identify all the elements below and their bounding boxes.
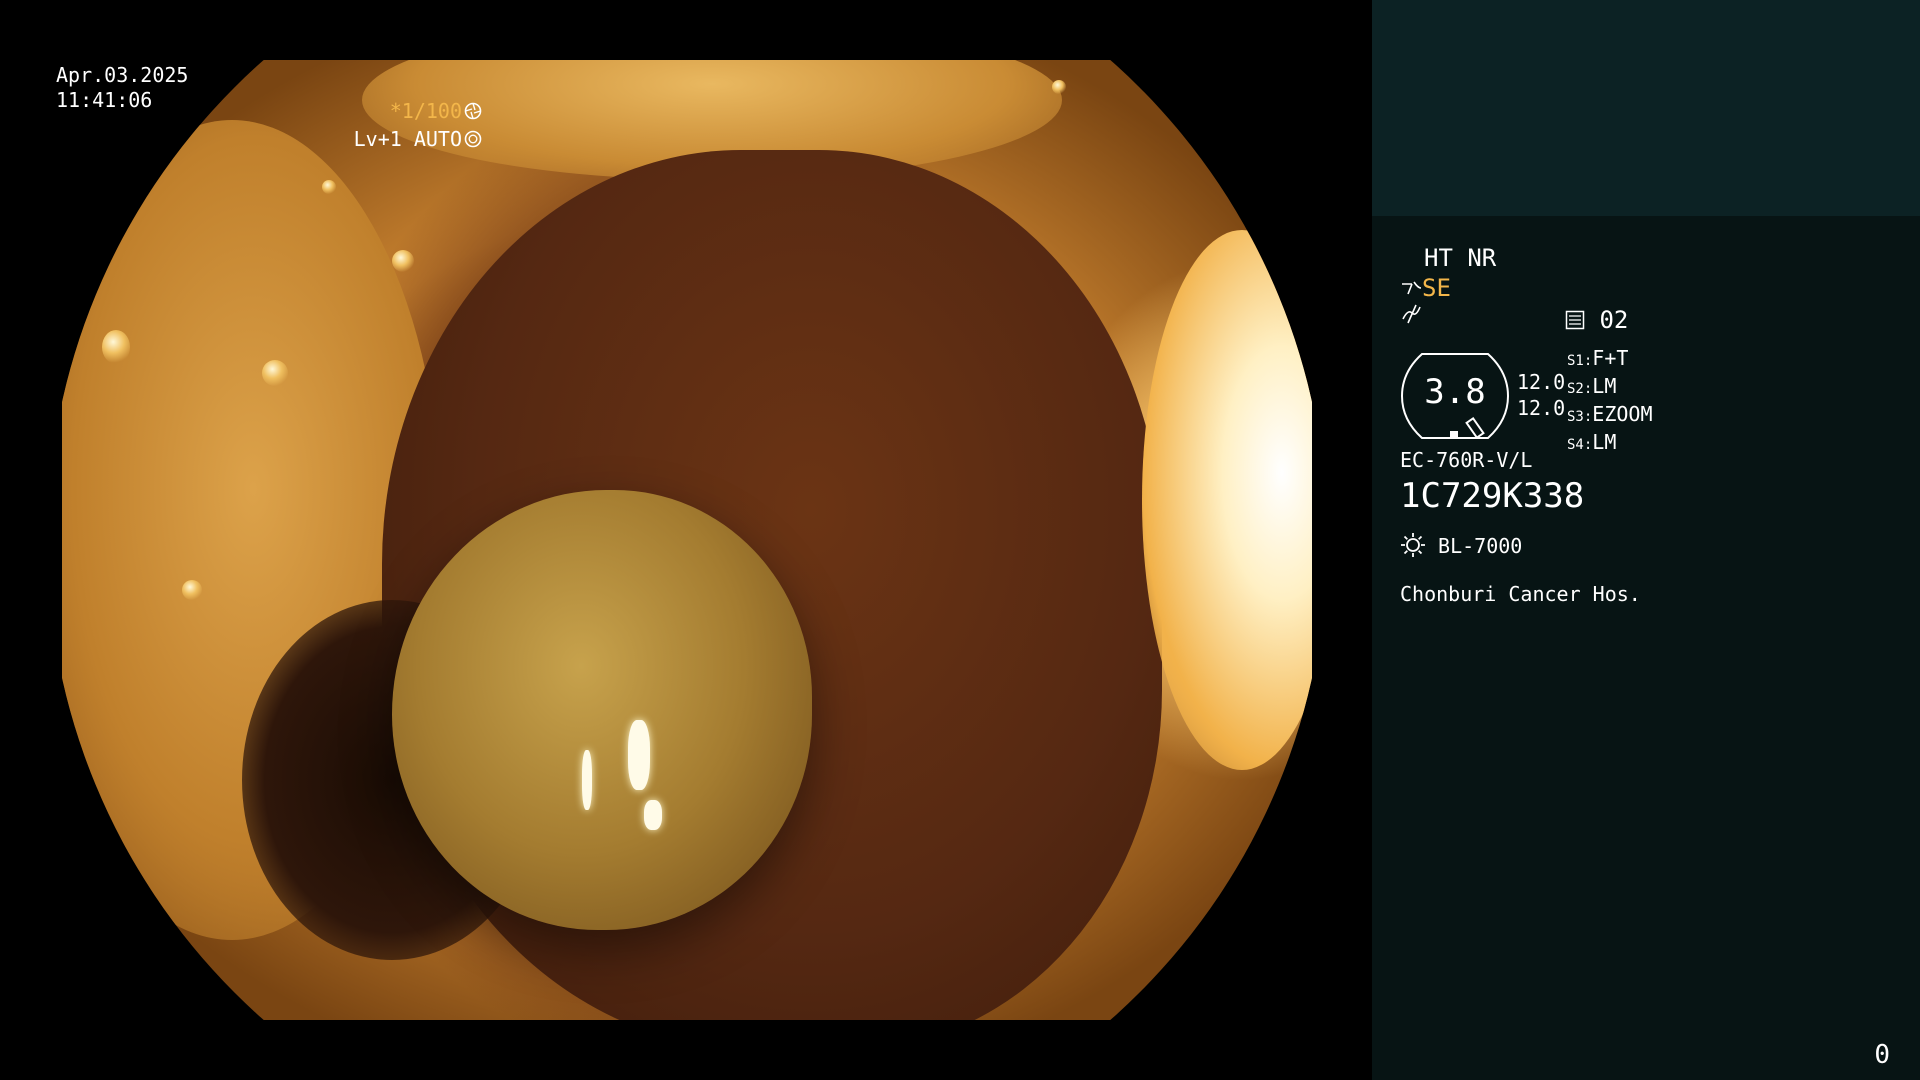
switch-row: S4:LM	[1567, 430, 1617, 454]
light-level: Lv+1 AUTO	[354, 127, 482, 152]
dial-side-value: 12.0	[1517, 370, 1566, 394]
gain-indicator	[1400, 303, 1422, 331]
mucus-bubble	[322, 180, 336, 194]
light-source-value: BL-7000	[1438, 534, 1523, 558]
switch-row: S1:F+T	[1567, 346, 1629, 370]
scope-serial: 1C729K338	[1400, 476, 1585, 516]
structure-enhance-icon	[1400, 274, 1422, 302]
endoscope-image	[62, 60, 1312, 1020]
exam-date: Apr.03.2025	[56, 63, 189, 87]
photo-count-value: 02	[1599, 306, 1629, 334]
switch-value: EZOOM	[1592, 402, 1653, 426]
scope-model: EC-760R-V/L	[1400, 448, 1533, 472]
shutter-speed: *1/100	[390, 99, 482, 124]
zoom-dial-value: 3.8	[1424, 372, 1486, 412]
dial-marker	[1450, 431, 1458, 438]
specular-highlight	[628, 720, 650, 790]
exam-datetime: Apr.03.2025 11:41:06	[56, 63, 188, 113]
light-source-icon	[1400, 533, 1426, 558]
switch-key: S2	[1567, 381, 1584, 397]
iris-icon	[462, 127, 482, 151]
light-source: BL-7000	[1400, 532, 1522, 558]
switch-row: S2:LM	[1567, 374, 1617, 398]
switch-key: S3	[1567, 409, 1584, 425]
illuminated-wall	[1142, 230, 1312, 770]
specular-highlight	[644, 800, 662, 830]
switch-row: S3:EZOOM	[1567, 402, 1653, 426]
level-value: Lv+1 AUTO	[353, 127, 462, 151]
shutter-prefix: *	[389, 99, 402, 123]
structure-enhancement: SE	[1400, 274, 1451, 302]
info-panel-header	[1372, 0, 1920, 216]
switch-value: LM	[1592, 430, 1617, 454]
switch-key: S4	[1567, 437, 1584, 453]
mucus-bubble	[1052, 80, 1066, 94]
structure-mode: SE	[1422, 274, 1451, 302]
endoscope-view: Apr.03.2025 11:41:06 *1/100 Lv+1 AUTO	[0, 0, 1372, 1080]
switch-value: F+T	[1592, 346, 1629, 370]
mucus-bubble	[262, 360, 288, 386]
mucus-bubble	[182, 580, 202, 600]
info-panel: HT NR SE 02 3.8 12.0 12.0 S1:F+T S2:LM S…	[1372, 0, 1920, 1080]
image-counter: 0	[1874, 1040, 1890, 1070]
endoscopy-screen: Apr.03.2025 11:41:06 *1/100 Lv+1 AUTO HT…	[0, 0, 1920, 1080]
switch-value: LM	[1592, 374, 1617, 398]
shutter-value: 1/100	[401, 99, 462, 123]
dial-side-value: 12.0	[1517, 396, 1566, 420]
exam-time: 11:41:06	[56, 88, 153, 112]
switch-assignments: S1:F+T S2:LM S3:EZOOM S4:LM	[1567, 346, 1653, 458]
photo-count-icon	[1565, 306, 1585, 334]
gain-icon	[1400, 303, 1422, 331]
specular-highlight	[582, 750, 592, 810]
photo-count: 02	[1565, 306, 1628, 334]
mucus-bubble	[102, 330, 130, 364]
image-enhancement: HT NR	[1424, 244, 1497, 272]
mucus-bubble	[392, 250, 414, 272]
hospital-name: Chonburi Cancer Hos.	[1400, 582, 1641, 606]
aperture-icon	[462, 99, 482, 123]
dial-side-values: 12.0 12.0	[1517, 369, 1565, 421]
polyp	[392, 490, 812, 930]
switch-key: S1	[1567, 353, 1584, 369]
